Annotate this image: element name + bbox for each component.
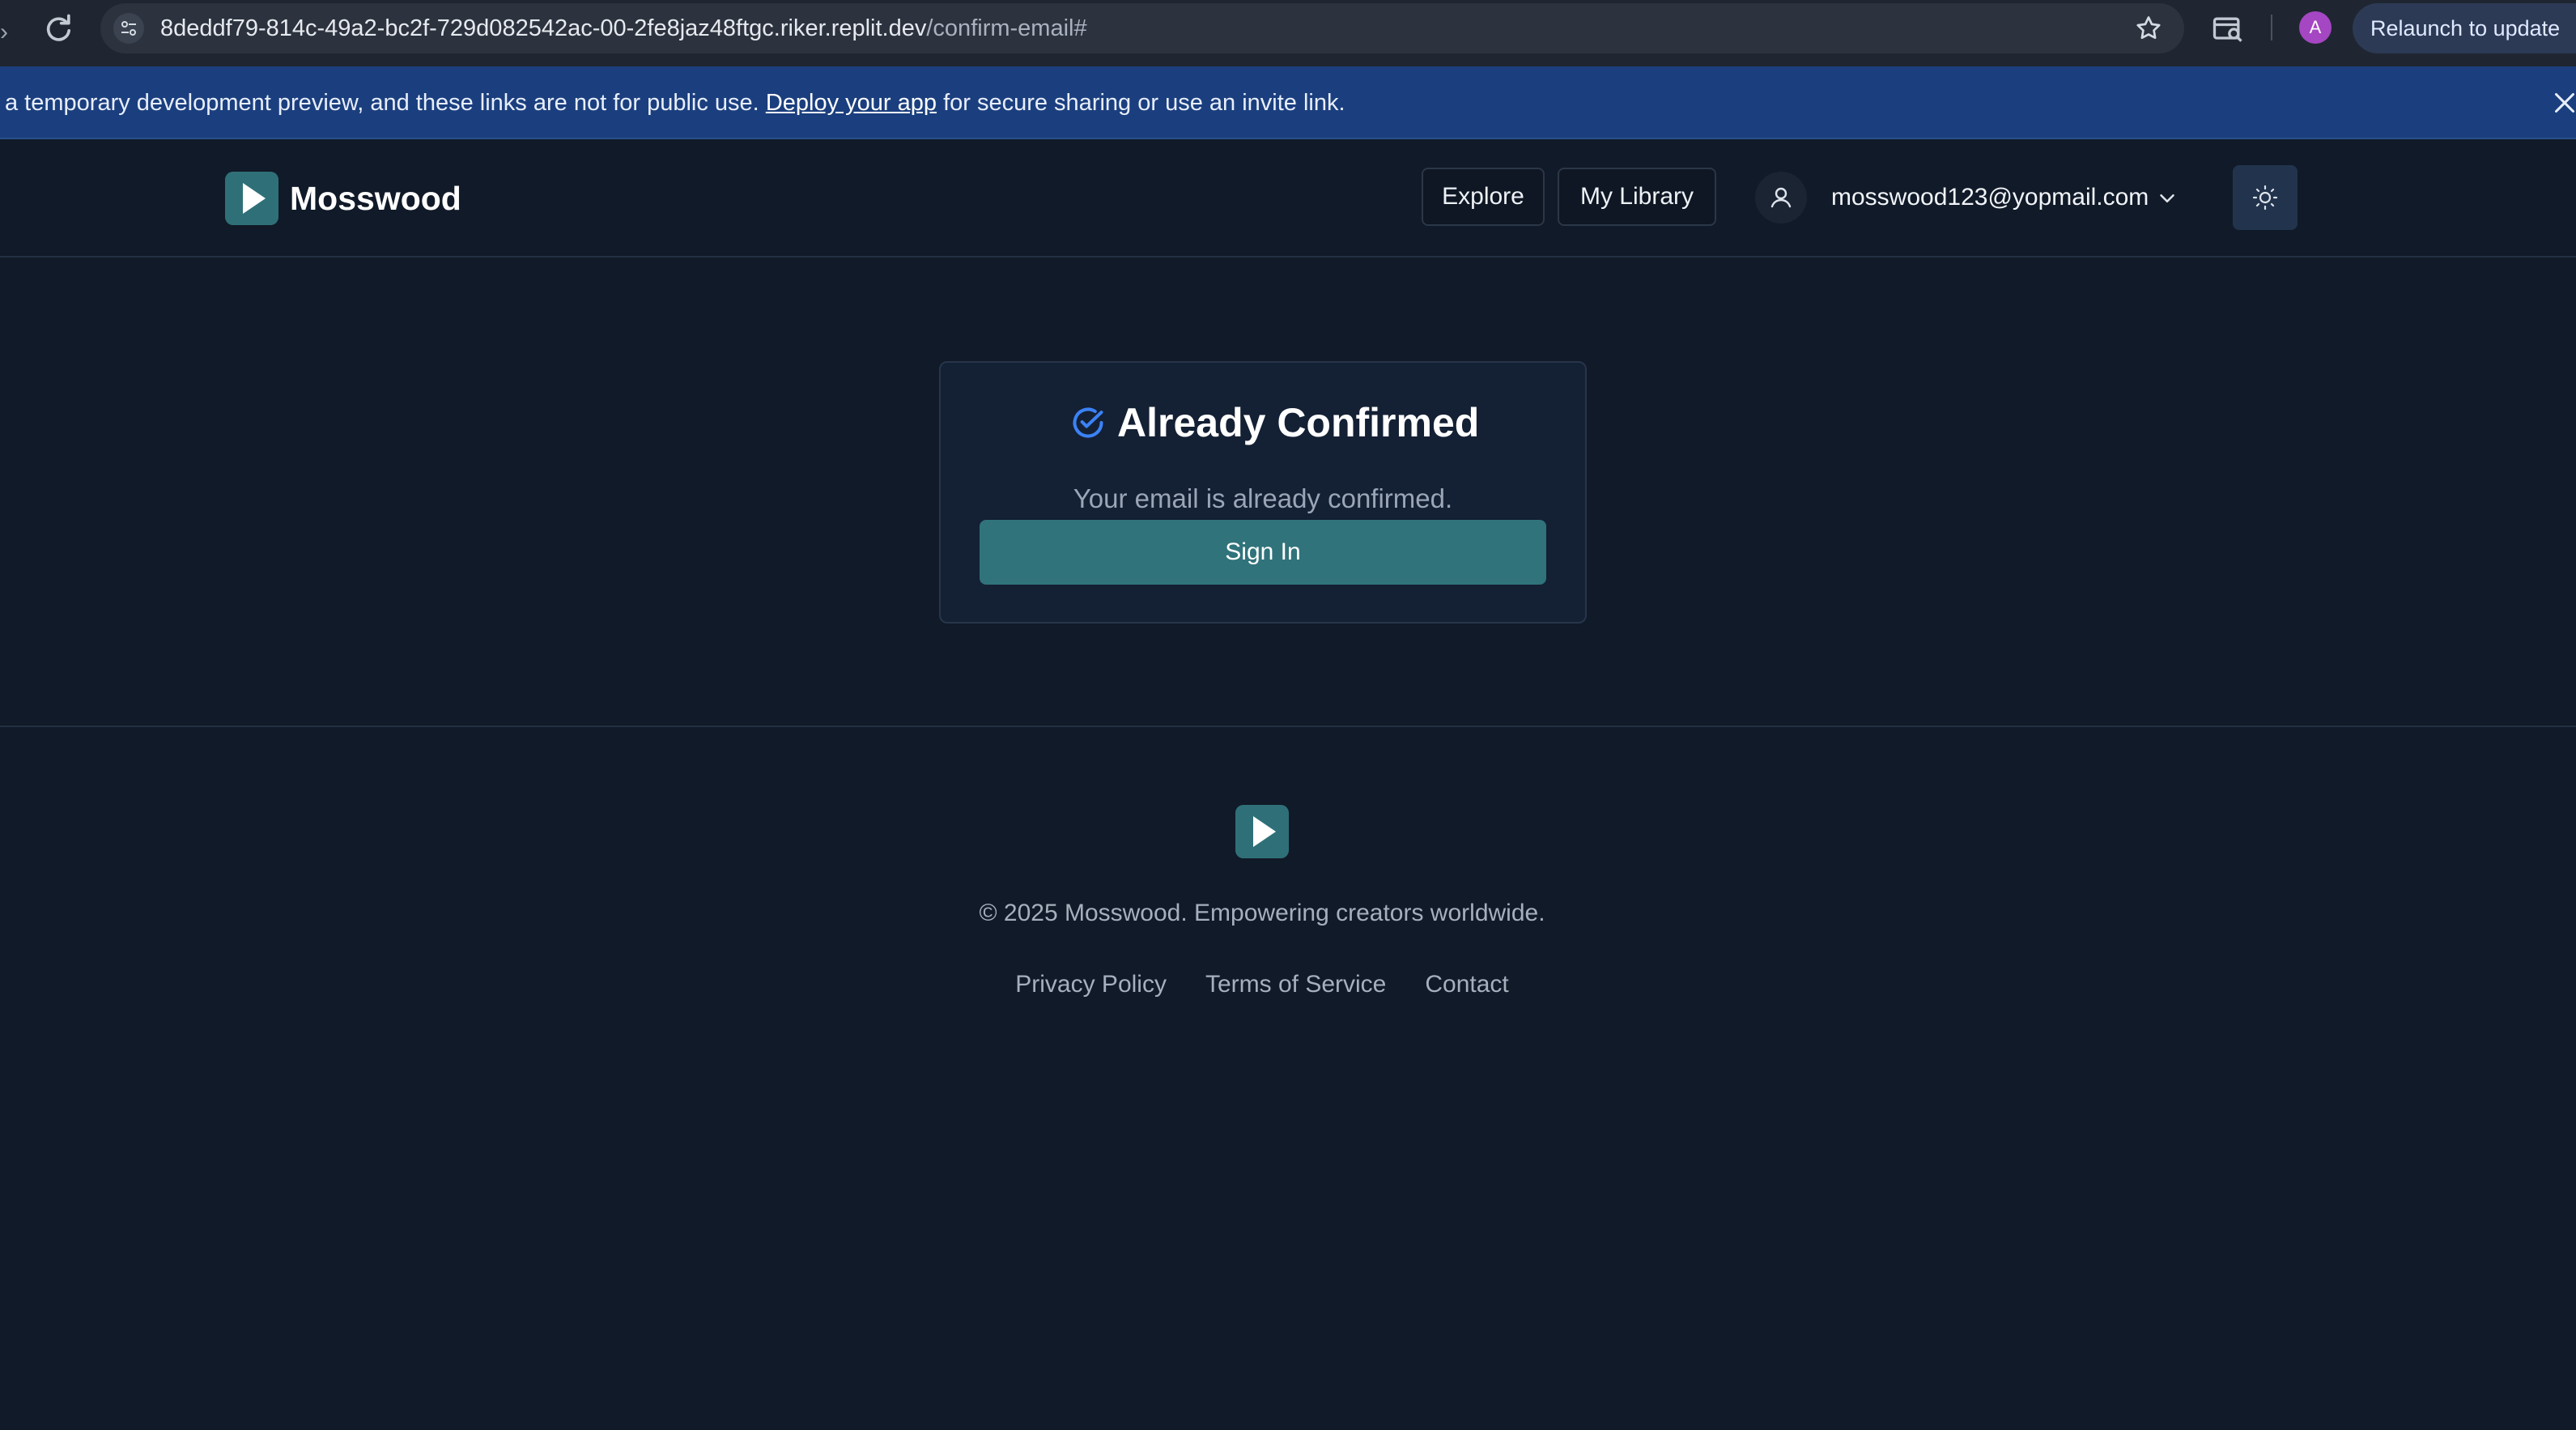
footer-link-privacy[interactable]: Privacy Policy [1015,967,1167,1002]
nav-my-library-button[interactable]: My Library [1558,168,1716,226]
footer-link-contact[interactable]: Contact [1425,967,1508,1002]
footer-links: Privacy Policy Terms of Service Contact [0,967,2524,1002]
brand-name[interactable]: Mosswood [290,172,461,225]
close-icon[interactable] [2550,88,2576,117]
brand-logo-icon[interactable] [225,172,278,225]
check-circle-icon [1073,407,1103,438]
user-icon[interactable] [1755,172,1807,223]
footer-link-terms[interactable]: Terms of Service [1205,967,1386,1002]
banner-text: a temporary development preview, and the… [5,66,1345,139]
app-header: Mosswood Explore My Library mosswood123@… [0,139,2576,257]
card-message: Your email is already confirmed. [1073,483,1453,513]
address-bar[interactable]: 8deddf79-814c-49a2-bc2f-729d082542ac-00-… [100,3,2184,53]
url-text[interactable]: 8deddf79-814c-49a2-bc2f-729d082542ac-00-… [160,3,1087,53]
nav-explore-button[interactable]: Explore [1422,168,1545,226]
theme-toggle-sun-icon[interactable] [2233,165,2298,230]
deploy-app-link[interactable]: Deploy your app [766,90,937,116]
bookmark-star-icon[interactable] [2134,14,2163,43]
url-host: 8deddf79-814c-49a2-bc2f-729d082542ac-00-… [160,15,927,41]
relaunch-button[interactable]: Relaunch to update [2353,3,2576,53]
footer-copyright: © 2025 Mosswood. Empowering creators wor… [979,900,1545,926]
profile-avatar[interactable]: A [2299,11,2332,44]
footer-logo-icon [1235,805,1289,858]
banner-text-after: for secure sharing or use an invite link… [943,90,1345,116]
chevron-down-icon[interactable] [2155,186,2179,211]
site-settings-icon[interactable] [113,13,144,44]
tab-search-icon[interactable] [2210,11,2246,47]
user-menu-email[interactable]: mosswood123@yopmail.com [1831,172,2149,223]
banner-text-before: a temporary development preview, and the… [5,90,759,116]
dev-preview-banner: a temporary development preview, and the… [0,66,2576,139]
reload-icon[interactable] [40,11,76,47]
url-path: /confirm-email# [926,15,1087,41]
sign-in-button[interactable]: Sign In [980,520,1546,585]
browser-toolbar: › 8deddf79-814c-49a2-bc2f-729d082542ac-0… [0,0,2576,66]
forward-icon[interactable]: › [0,16,16,49]
toolbar-divider [2271,15,2272,40]
footer-divider [0,726,2576,727]
confirmation-card: Already Confirmed Your email is already … [939,361,1587,623]
card-title: Already Confirmed [1117,400,1480,445]
